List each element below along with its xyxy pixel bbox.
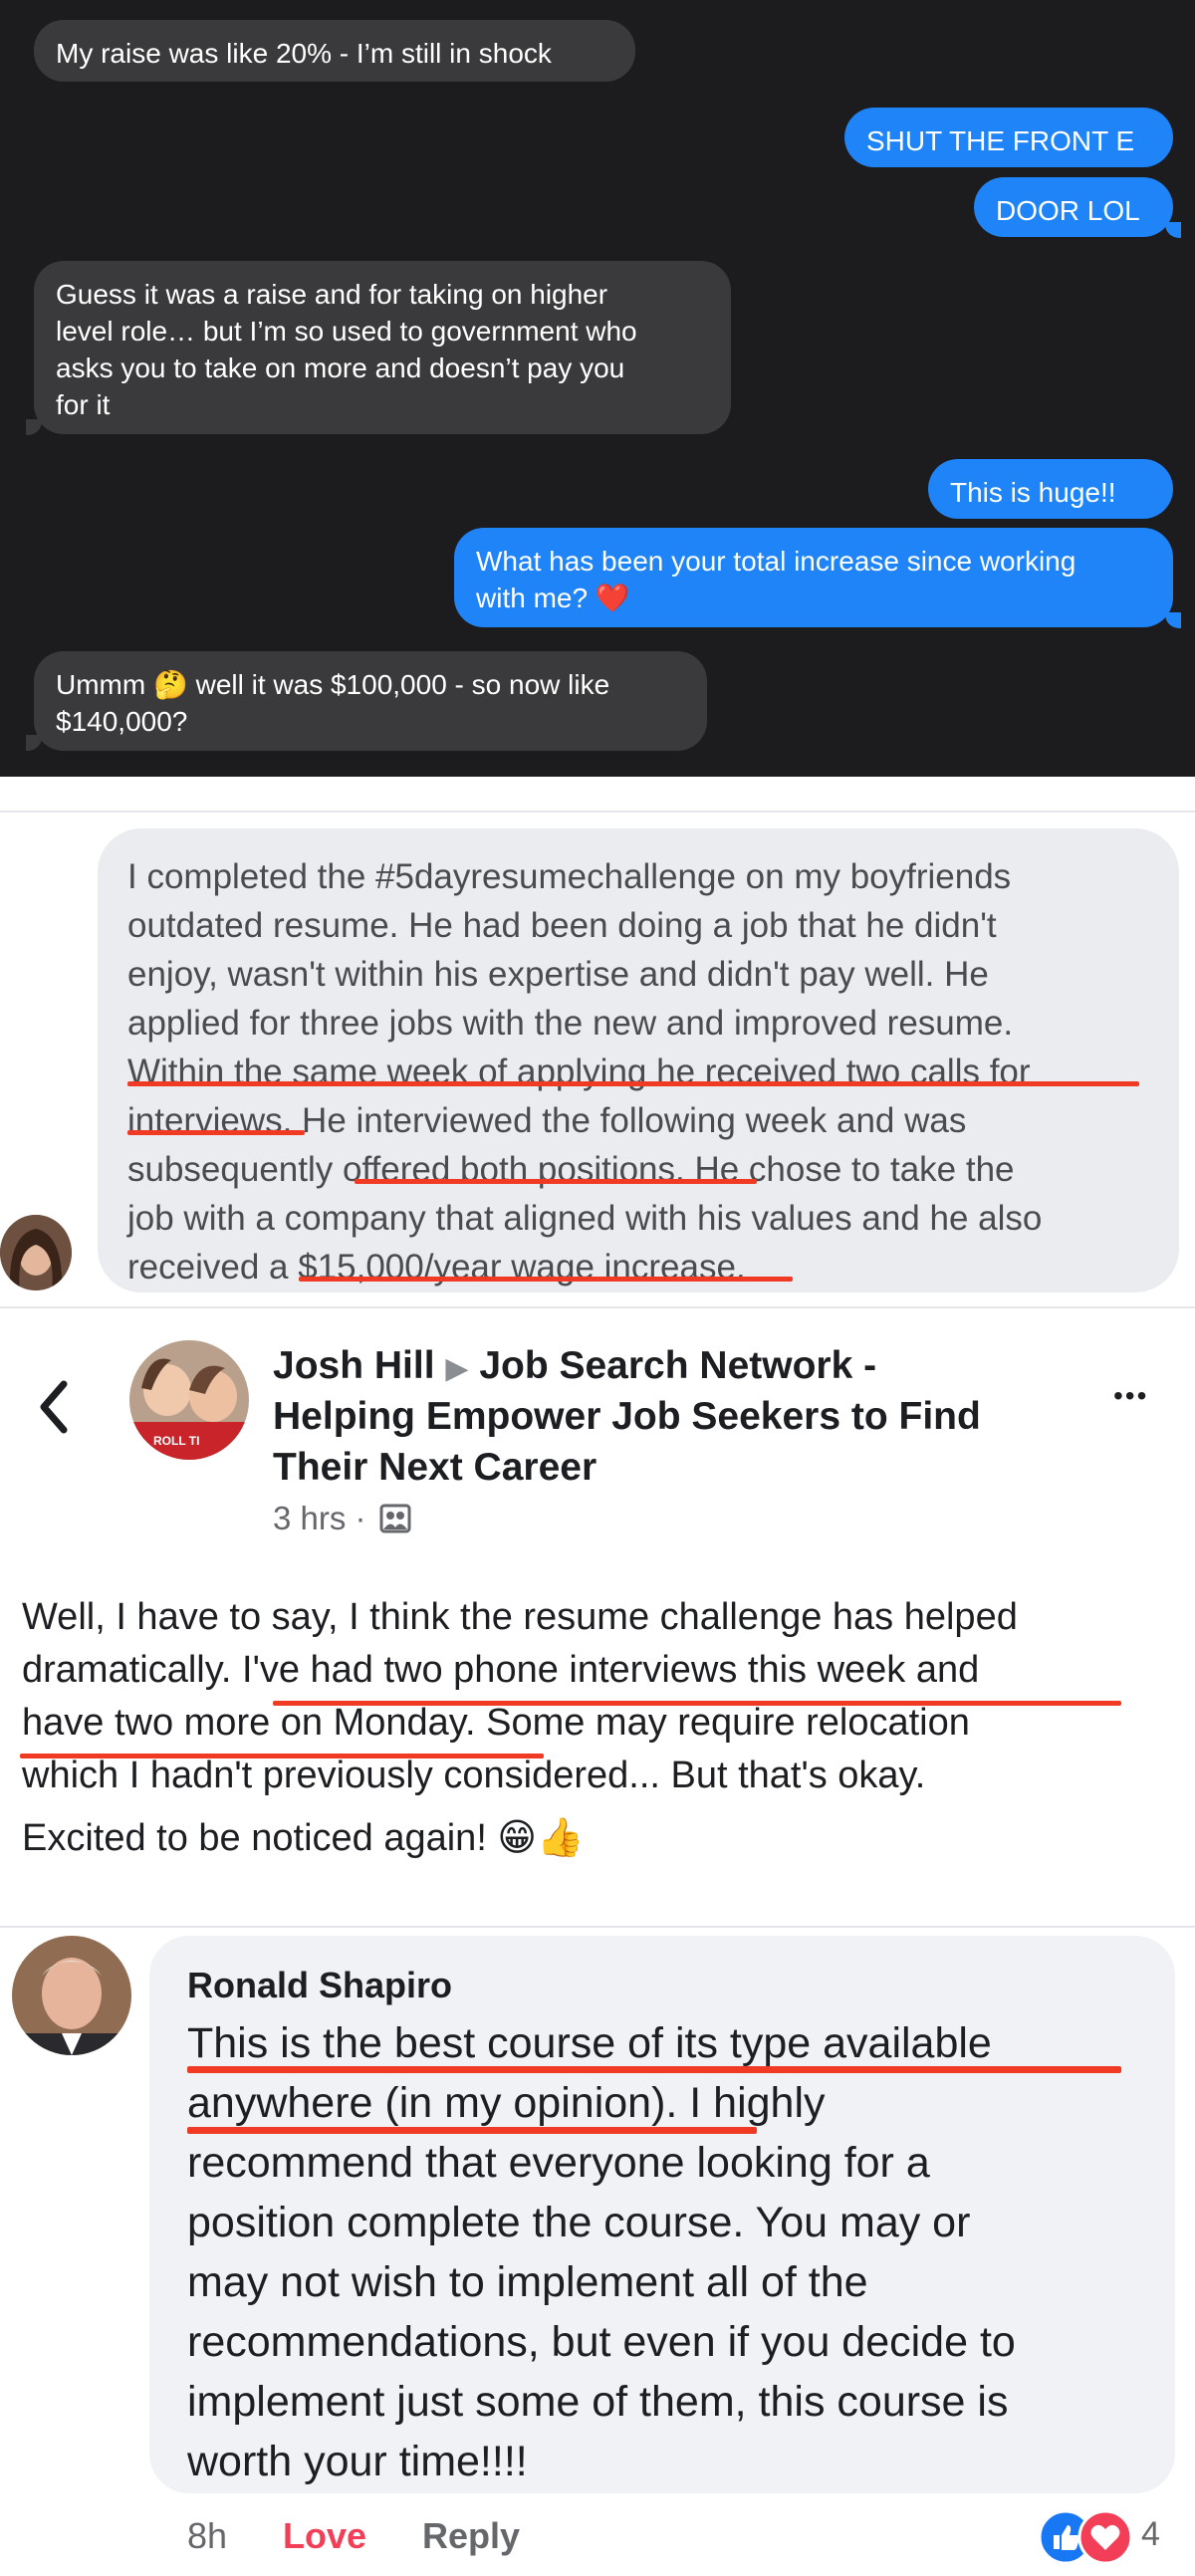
comment-line: implement just some of them, this course…	[187, 2378, 1009, 2426]
sent-message: SHUT THE FRONT E	[844, 108, 1173, 167]
comment-line: anywhere (in my opinion). I highly	[187, 2079, 826, 2127]
author-avatar[interactable]: ROLL TI	[129, 1340, 249, 1460]
comment-line: Within the same week of applying he rece…	[127, 1053, 1031, 1091]
comment-line: applied for three jobs with the new and …	[127, 1004, 1014, 1043]
divider	[0, 1306, 1195, 1308]
comment-bubble: Ronald Shapiro This is the best course o…	[149, 1936, 1175, 2493]
group-privacy-icon	[379, 1504, 411, 1533]
reaction-summary[interactable]: 4	[1038, 2509, 1177, 2565]
share-arrow-icon: ▶	[445, 1352, 469, 1385]
group-name-cont[interactable]: Helping Empower Job Seekers to Find	[273, 1391, 1070, 1442]
comment-line: outdated resume. He had been doing a job…	[127, 906, 997, 945]
reply-button[interactable]: Reply	[422, 2515, 520, 2557]
post-meta: 3 hrs ·	[273, 1500, 411, 1537]
highlight-underline	[20, 1754, 544, 1758]
comment-bubble: I completed the #5dayresumechallenge on …	[98, 828, 1179, 1292]
bubble-tail	[26, 419, 42, 435]
comment-line: worth your time!!!!	[187, 2438, 528, 2485]
comment-line: recommend that everyone looking for a	[187, 2139, 930, 2187]
bubble-tail	[1165, 612, 1181, 628]
commenter-avatar[interactable]	[0, 1215, 72, 1290]
comment-screenshot-2: Ronald Shapiro This is the best course o…	[0, 1932, 1195, 2576]
sent-message: DOOR LOL	[974, 177, 1173, 237]
group-name[interactable]: Job Search Network -	[479, 1344, 876, 1387]
comment-line: job with a company that aligned with his…	[127, 1199, 1043, 1238]
highlight-underline	[127, 1081, 1139, 1086]
sent-message: This is huge!!	[928, 459, 1173, 519]
post-screenshot: ROLL TI Josh Hill ▶ Job Search Network -…	[0, 1340, 1195, 1932]
more-options-icon[interactable]: •••	[1113, 1380, 1148, 1412]
comment-screenshot-1: I completed the #5dayresumechallenge on …	[0, 777, 1195, 1340]
sent-message: What has been your total increase since …	[454, 528, 1173, 627]
comment-line: interviews. He interviewed the following…	[127, 1101, 967, 1140]
received-message: Guess it was a raise and for taking on h…	[34, 261, 731, 434]
comment-line: I completed the #5dayresumechallenge on …	[127, 857, 1012, 896]
bubble-tail	[1165, 222, 1181, 238]
comment-line: position complete the course. You may or	[187, 2199, 971, 2246]
post-line: Well, I have to say, I think the resume …	[22, 1596, 1018, 1638]
reaction-count: 4	[1141, 2515, 1160, 2553]
comment-line: subsequently offered both positions. He …	[127, 1150, 1015, 1189]
comment-line: enjoy, wasn't within his expertise and d…	[127, 955, 989, 994]
highlight-underline	[355, 1179, 757, 1184]
avatar-shirt-text: ROLL TI	[153, 1434, 200, 1448]
received-message: Ummm 🤔 well it was $100,000 - so now lik…	[34, 651, 707, 751]
received-message: My raise was like 20% - I’m still in sho…	[34, 20, 635, 82]
post-line: dramatically. I've had two phone intervi…	[22, 1649, 980, 1691]
back-chevron-icon[interactable]	[36, 1378, 70, 1436]
highlight-underline	[187, 2127, 757, 2134]
comment-time: 8h	[187, 2515, 228, 2556]
comment-line: received a $15,000/year wage increase.	[127, 1248, 746, 1287]
highlight-underline	[187, 2066, 1121, 2073]
avatar-photo	[0, 1215, 72, 1290]
post-time: 3 hrs ·	[273, 1500, 366, 1536]
chat-screenshot: My raise was like 20% - I’m still in sho…	[0, 0, 1195, 777]
commenter-avatar[interactable]	[12, 1936, 131, 2055]
author-name[interactable]: Josh Hill	[273, 1344, 435, 1387]
post-body: Well, I have to say, I think the resume …	[22, 1591, 1187, 1865]
avatar-photo	[12, 1936, 131, 2055]
comment-line: may not wish to implement all of the	[187, 2258, 868, 2306]
highlight-underline	[299, 1277, 793, 1282]
highlight-underline	[273, 1701, 1121, 1706]
divider	[0, 811, 1195, 813]
post-line: Excited to be noticed again! 😁👍	[22, 1817, 585, 1859]
love-reaction-icon	[1077, 2509, 1133, 2565]
divider	[0, 1926, 1195, 1928]
highlight-underline	[127, 1130, 305, 1135]
post-header: Josh Hill ▶ Job Search Network - Helping…	[273, 1340, 1070, 1493]
bubble-tail	[26, 735, 42, 751]
commenter-name[interactable]: Ronald Shapiro	[187, 1958, 1137, 2013]
comment-line: This is the best course of its type avai…	[187, 2019, 992, 2067]
comment-line: recommendations, but even if you decide …	[187, 2318, 1016, 2366]
love-button[interactable]: Love	[283, 2515, 366, 2557]
group-name-cont[interactable]: Their Next Career	[273, 1442, 1070, 1493]
